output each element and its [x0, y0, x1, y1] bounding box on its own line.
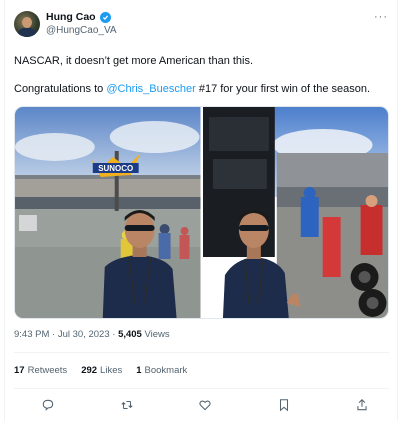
tweet-text-line-1: NASCAR, it doesn’t get more American tha…: [14, 55, 254, 67]
views-label: Views: [141, 329, 170, 340]
retweets-stat[interactable]: 17 Retweets: [14, 365, 67, 376]
like-icon[interactable]: [197, 397, 213, 413]
author-name-row[interactable]: Hung Cao: [46, 11, 111, 23]
likes-stat[interactable]: 292 Likes: [81, 365, 122, 376]
tweet-text-line-2: Congratulations to @Chris_Buescher #17 f…: [14, 82, 370, 96]
tweet-date[interactable]: Jul 30, 2023: [58, 329, 110, 340]
verified-badge-icon: [99, 11, 111, 23]
right-border: [397, 0, 398, 421]
avatar[interactable]: [14, 11, 40, 37]
divider-bottom: [14, 388, 389, 389]
author-name[interactable]: Hung Cao: [46, 11, 96, 23]
bookmark-icon[interactable]: [276, 397, 292, 413]
photo-right-image: [202, 107, 388, 318]
photo-left[interactable]: SUNOCO: [15, 107, 201, 318]
tweet-card: Hung Cao @HungCao_VA ··· NASCAR, it does…: [0, 0, 402, 421]
share-icon[interactable]: [354, 397, 370, 413]
tweet-meta: 9:43 PM · Jul 30, 2023 · 5,405 Views: [14, 329, 170, 340]
mention-link[interactable]: @Chris_Buescher: [106, 83, 195, 95]
tweet-text-prefix: Congratulations to: [14, 83, 107, 95]
retweet-icon[interactable]: [119, 397, 135, 413]
tweet-text-suffix: #17 for your first win of the season.: [195, 83, 371, 95]
action-bar: [40, 397, 370, 413]
more-options-icon[interactable]: ···: [374, 11, 388, 23]
media-gallery[interactable]: SUNOCO: [14, 106, 389, 319]
left-border: [4, 0, 5, 421]
bookmarks-stat[interactable]: 1 Bookmark: [136, 365, 187, 376]
divider-top: [14, 352, 389, 353]
engagement-stats: 17 Retweets 292 Likes 1 Bookmark: [14, 365, 187, 376]
tweet-time[interactable]: 9:43 PM: [14, 329, 49, 340]
sunoco-sign: SUNOCO: [98, 164, 133, 173]
reply-icon[interactable]: [40, 397, 56, 413]
author-handle[interactable]: @HungCao_VA: [46, 25, 117, 36]
views-count: 5,405: [118, 329, 142, 340]
photo-right[interactable]: [202, 107, 388, 318]
photo-left-image: SUNOCO: [15, 107, 201, 318]
